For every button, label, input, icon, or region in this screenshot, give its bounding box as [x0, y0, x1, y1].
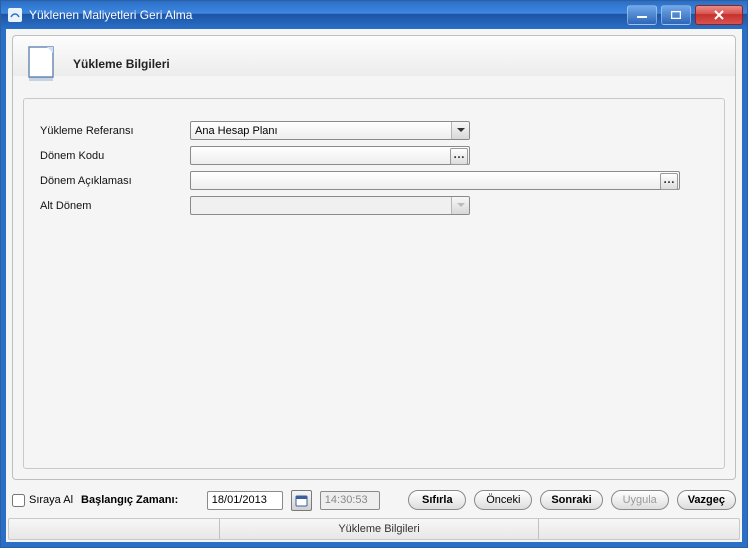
- yukleme-referansi-combo[interactable]: [190, 121, 470, 140]
- apply-button: Uygula: [611, 490, 669, 510]
- prev-button[interactable]: Önceki: [474, 490, 532, 510]
- window-buttons: [627, 5, 743, 25]
- label-donem-aciklamasi: Dönem Açıklaması: [40, 175, 190, 187]
- start-date-input[interactable]: [207, 491, 283, 510]
- donem-kodu-lookup-button[interactable]: …: [450, 148, 468, 165]
- panel-header: Yükleme Bilgileri: [13, 36, 735, 92]
- window-title: Yüklenen Maliyetleri Geri Alma: [29, 8, 192, 22]
- client-area: Yükleme Bilgileri Yükleme Referansı Döne…: [1, 29, 747, 547]
- minimize-button[interactable]: [627, 5, 657, 25]
- calendar-icon[interactable]: [291, 490, 312, 511]
- alt-donem-combo[interactable]: [190, 196, 470, 215]
- field-yukleme-referansi: [190, 121, 470, 140]
- app-icon: [7, 7, 23, 23]
- siraya-al-label: Sıraya Al: [29, 494, 73, 506]
- label-yukleme-referansi: Yükleme Referansı: [40, 125, 190, 137]
- siraya-al-checkbox[interactable]: Sıraya Al: [12, 494, 73, 507]
- close-button[interactable]: [695, 5, 743, 25]
- row-donem-kodu: Dönem Kodu …: [40, 146, 708, 165]
- donem-aciklamasi-input[interactable]: [190, 171, 680, 190]
- statusbar: Yükleme Bilgileri: [8, 518, 740, 540]
- row-yukleme-referansi: Yükleme Referansı: [40, 121, 708, 140]
- donem-kodu-input[interactable]: [190, 146, 470, 165]
- app-window: Yüklenen Maliyetleri Geri Alma Yükleme B…: [0, 0, 748, 548]
- row-donem-aciklamasi: Dönem Açıklaması …: [40, 171, 708, 190]
- cancel-button[interactable]: Vazgeç: [677, 490, 736, 510]
- donem-aciklamasi-lookup-button[interactable]: …: [660, 173, 678, 190]
- reset-button[interactable]: Sıfırla: [408, 490, 466, 510]
- label-alt-donem: Alt Dönem: [40, 200, 190, 212]
- row-alt-donem: Alt Dönem: [40, 196, 708, 215]
- panel-title: Yükleme Bilgileri: [73, 57, 170, 71]
- main-panel: Yükleme Bilgileri Yükleme Referansı Döne…: [12, 35, 736, 480]
- field-donem-kodu: …: [190, 146, 470, 165]
- action-bar: Sıraya Al Başlangıç Zamanı: Sıfırla Önce…: [12, 486, 736, 514]
- document-icon: [23, 44, 63, 84]
- start-time-input: [320, 491, 380, 510]
- form-panel: Yükleme Referansı Dönem Kodu … Dönem Açı…: [23, 98, 725, 469]
- field-alt-donem: [190, 196, 470, 215]
- field-donem-aciklamasi: …: [190, 171, 680, 190]
- siraya-al-input[interactable]: [12, 494, 25, 507]
- titlebar: Yüklenen Maliyetleri Geri Alma: [1, 1, 747, 29]
- status-text: Yükleme Bilgileri: [338, 523, 419, 535]
- maximize-button[interactable]: [661, 5, 691, 25]
- baslangic-zamani-label: Başlangıç Zamanı:: [81, 494, 178, 506]
- label-donem-kodu: Dönem Kodu: [40, 150, 190, 162]
- next-button[interactable]: Sonraki: [540, 490, 602, 510]
